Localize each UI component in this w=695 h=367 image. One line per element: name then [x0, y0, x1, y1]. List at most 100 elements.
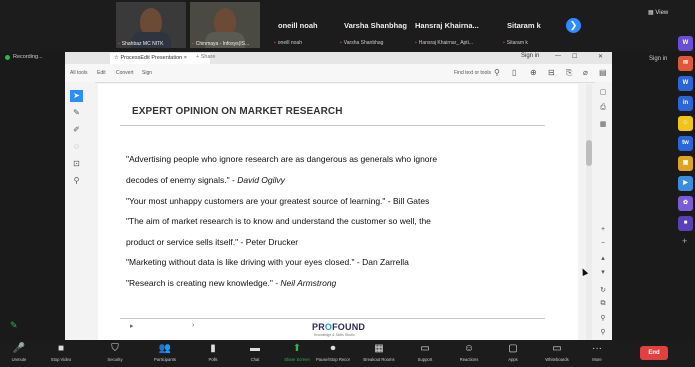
dock-app-icon[interactable]: ▣ — [678, 156, 693, 171]
dock-app-icon[interactable]: tw — [678, 136, 693, 151]
bookmark-icon[interactable]: ⎘ — [566, 68, 572, 78]
dock-sign-in[interactable]: Sign in — [649, 56, 667, 62]
minimize-icon[interactable]: — — [555, 53, 561, 59]
toolbar-button-breakout-rooms[interactable]: ▦ Breakout Rooms — [362, 343, 396, 362]
end-meeting-button[interactable]: End — [640, 346, 668, 360]
comment-icon[interactable]: ▢ — [597, 88, 609, 96]
toolbar-icon: ▭ — [552, 343, 562, 354]
quote-line: decodes of enemy signals." - David Ogilv… — [126, 175, 285, 185]
prev-slide-icon[interactable]: ▸ — [130, 322, 134, 330]
refresh-icon[interactable]: ↻ — [597, 286, 609, 294]
annotate-pen-icon[interactable]: ✎ — [10, 320, 18, 331]
toolbar-button-share-screen[interactable]: ⬆ Share Screen — [280, 343, 314, 362]
toolbar-icon: 👥 — [158, 343, 172, 354]
copy-icon[interactable]: ⧉ — [597, 300, 609, 308]
toolbar-button-whiteboards[interactable]: ▭ Whiteboards — [540, 343, 574, 362]
logo-tagline: Knowledge & Skills Studio — [314, 333, 355, 337]
quote-author: Neil Armstrong — [280, 278, 337, 288]
toolbar-label: Breakout Rooms — [363, 357, 395, 362]
toolbar-label: Polls — [208, 357, 218, 362]
participant-name[interactable]: Hansraj Khairna... — [415, 21, 479, 30]
dock-app-icon[interactable]: W — [678, 76, 693, 91]
participant-tag: ▪ Varsha Shanbhag — [340, 40, 384, 46]
vertical-scrollbar[interactable] — [586, 84, 592, 340]
toolbar-label: Whiteboards — [545, 357, 569, 362]
toolbar-button-polls[interactable]: ▮ Polls — [196, 343, 230, 362]
participant-name[interactable]: Sitaram k — [507, 21, 541, 30]
toolbar-button-apps[interactable]: ▢ Apps — [496, 343, 530, 362]
mic-muted-icon: ▪ — [415, 40, 417, 46]
new-tab-button[interactable]: + Share — [196, 54, 215, 60]
toolbar-label: Unmute — [11, 357, 27, 362]
toolbar-button-reactions[interactable]: ☺ Reactions — [452, 343, 486, 362]
toolbar-button-support[interactable]: ▭ Support — [408, 343, 442, 362]
participant-name[interactable]: Varsha Shanbhag — [344, 21, 407, 30]
share-icon[interactable]: ⊕ — [530, 68, 537, 77]
sidebar-icon[interactable]: ▤ — [599, 68, 607, 77]
select-tool-icon[interactable]: ➤ — [70, 90, 83, 102]
add-app-icon[interactable]: + — [682, 236, 687, 246]
dock-app-icon[interactable]: ☺ — [678, 116, 693, 131]
lasso-tool-icon[interactable]: ◌ — [70, 141, 83, 153]
page-icon[interactable]: ▯ — [512, 68, 516, 77]
next-slide-icon[interactable]: › — [192, 322, 194, 329]
toolbar-button-more[interactable]: ··· More — [580, 343, 614, 362]
menu-edit[interactable]: Edit — [97, 70, 106, 76]
toolbar-button-pause-stop-recording[interactable]: ⏺ Pause/Stop Recording — [316, 343, 350, 362]
textbox-tool-icon[interactable]: ⊡ — [70, 158, 83, 170]
close-window-icon[interactable]: ✕ — [598, 53, 603, 60]
view-button[interactable]: ▦ View — [648, 9, 668, 16]
print-icon[interactable]: ⊟ — [548, 68, 555, 77]
toolbar-button-security[interactable]: ⛉ Security — [98, 343, 132, 362]
menu-all-tools[interactable]: All tools — [70, 70, 88, 76]
participant-video-tile[interactable]: ▪ Shahbaz MC NITK — [116, 2, 186, 48]
dock-app-icon[interactable]: ■ — [678, 216, 693, 231]
browser-tab[interactable]: ☆ ProcessEdit Presentation × — [110, 53, 210, 64]
menu-sign[interactable]: Sign — [142, 70, 152, 76]
next-participants-button[interactable]: ❯ — [566, 18, 581, 33]
heading-divider — [120, 125, 545, 126]
page-up-icon[interactable]: ▴ — [597, 254, 609, 262]
toolbar-button-participants[interactable]: 👥 Participants — [148, 343, 182, 362]
export-icon[interactable]: ⎙ — [597, 104, 609, 112]
dock-app-icon[interactable]: ✿ — [678, 196, 693, 211]
dock-app-icon[interactable]: W — [678, 36, 693, 51]
quote-line: "Advertising people who ignore research … — [126, 154, 438, 164]
quote-line: product or service sells itself." - Pete… — [126, 237, 299, 247]
toolbar-label: Reactions — [459, 357, 479, 362]
search-icon[interactable]: ⚲ — [494, 68, 500, 77]
menu-convert[interactable]: Convert — [116, 70, 134, 76]
dock-app-icon[interactable]: ▶ — [678, 176, 693, 191]
search-small-icon[interactable]: ⚲ — [597, 328, 609, 336]
scrollbar-thumb[interactable] — [586, 140, 592, 166]
participant-video-tile[interactable]: ▪ Chinmaya - Infosys(IS... — [190, 2, 260, 48]
dock-app-icon[interactable]: ✉ — [678, 56, 693, 71]
quote-line: "Marketing without data is like driving … — [126, 257, 409, 267]
draw-tool-icon[interactable]: ✐ — [70, 124, 83, 136]
tool-column — [65, 82, 95, 340]
tab-close-icon[interactable]: × — [184, 55, 187, 61]
mic-muted-icon: ▪ — [118, 41, 120, 47]
comment-tool-icon[interactable]: ✎ — [70, 107, 83, 119]
toolbar-icon: ⛉ — [111, 343, 119, 354]
toolbar-icon: ▬ — [250, 343, 260, 354]
dock-app-icon[interactable]: in — [678, 96, 693, 111]
toolbar-button-chat[interactable]: ▬ Chat — [238, 343, 272, 362]
toolbar-button-unmute[interactable]: 🎤 Unmute — [2, 343, 36, 362]
toolbar-button-stop-video[interactable]: ■ Stop Video — [44, 343, 78, 362]
find-text-field[interactable]: Find text or tools — [454, 70, 491, 76]
page-down-icon[interactable]: ▾ — [597, 268, 609, 276]
quote-line: "Your most unhappy customers are your gr… — [126, 196, 430, 206]
zoom-in-icon[interactable]: + — [597, 226, 609, 233]
participant-name[interactable]: oneill noah — [278, 21, 318, 30]
link-icon[interactable]: ⌀ — [583, 68, 588, 77]
recording-dot-icon — [5, 55, 10, 60]
quote-line: "Research is creating new knowledge." - … — [126, 278, 337, 288]
maximize-icon[interactable]: ☐ — [572, 53, 577, 60]
stamp-tool-icon[interactable]: ⚲ — [70, 175, 83, 187]
pages-icon[interactable]: ▦ — [597, 120, 609, 128]
zoom-out-icon[interactable]: − — [597, 240, 609, 247]
zoom-icon[interactable]: ⚲ — [597, 314, 609, 322]
sign-in-link[interactable]: Sign in — [521, 53, 539, 59]
toolbar-label: Security — [107, 357, 123, 362]
